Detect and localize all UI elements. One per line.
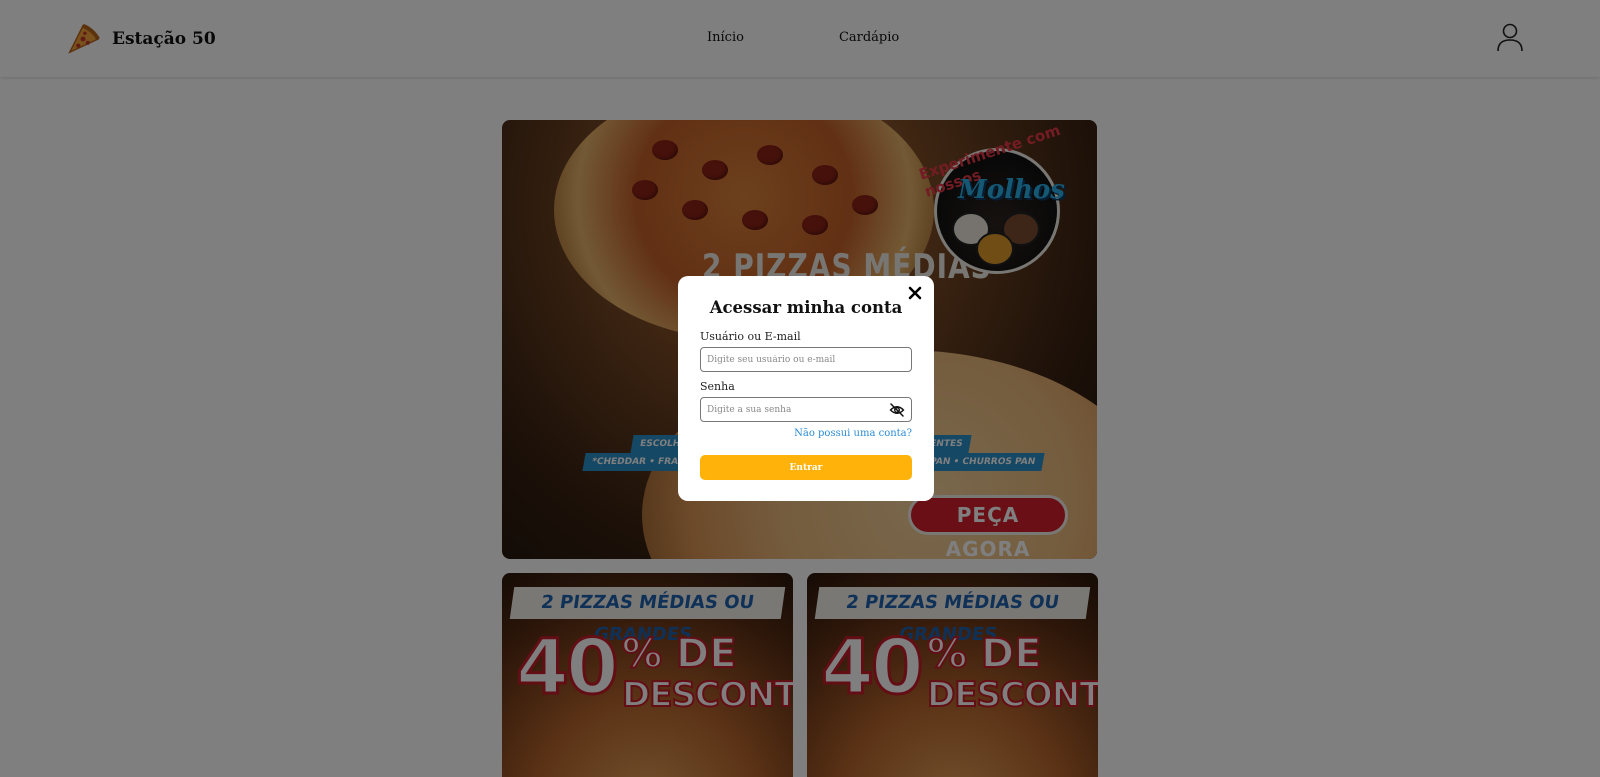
password-input[interactable] — [700, 397, 912, 422]
password-label: Senha — [700, 380, 735, 393]
username-input[interactable] — [700, 347, 912, 372]
eye-off-icon[interactable] — [889, 402, 905, 418]
username-label: Usuário ou E-mail — [700, 330, 801, 343]
login-modal: Acessar minha conta Usuário ou E-mail Se… — [678, 276, 934, 501]
modal-title: Acessar minha conta — [709, 298, 903, 317]
signup-link[interactable]: Não possui uma conta? — [700, 428, 912, 439]
login-submit-button[interactable]: Entrar — [700, 455, 912, 480]
